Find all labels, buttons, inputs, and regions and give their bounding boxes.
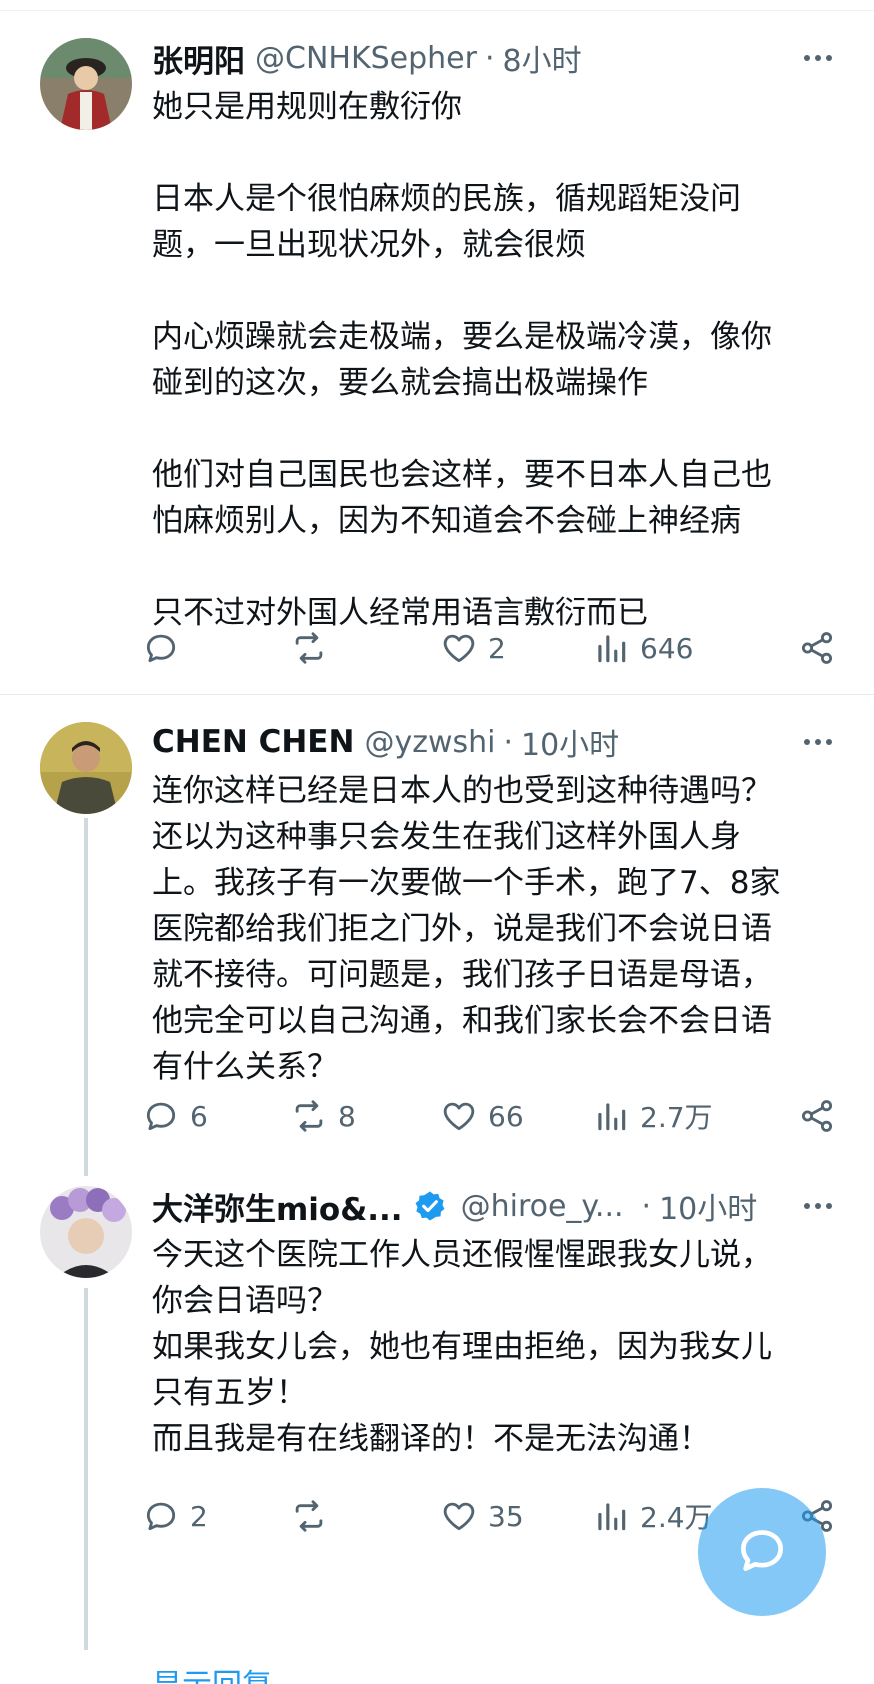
top-divider [0, 10, 874, 11]
post-text: 连你这样已经是日本人的也受到这种待遇吗？ 还以为这种事只会发生在我们这样外国人身… [152, 773, 781, 1085]
avatar[interactable] [40, 722, 132, 814]
separator-dot: · [641, 1188, 652, 1224]
like-icon [440, 1497, 478, 1535]
reply-button[interactable]: 6 [142, 1092, 208, 1140]
more-icon[interactable] [798, 1186, 838, 1226]
post-header: 大洋弥生mio&... @hiroe_y... · 10小时 [152, 1184, 757, 1229]
like-button[interactable]: 66 [440, 1092, 524, 1140]
author-handle[interactable]: @hiroe_y... [461, 1189, 624, 1224]
like-button[interactable]: 2 [440, 624, 506, 672]
avatar-image [40, 1186, 132, 1278]
repost-icon [290, 629, 328, 667]
thread-line [84, 1288, 88, 1650]
share-icon [798, 1097, 836, 1135]
like-button[interactable]: 35 [440, 1492, 524, 1540]
compose-button[interactable] [698, 1488, 826, 1616]
compose-icon [734, 1522, 790, 1582]
reply-button[interactable]: 2 [142, 1492, 208, 1540]
separator-dot: · [503, 724, 513, 760]
like-icon [440, 1097, 478, 1135]
repost-count: 8 [338, 1099, 356, 1133]
show-replies-link[interactable]: 显示回复 [152, 1668, 272, 1684]
views-count: 2.7万 [640, 1101, 713, 1134]
like-count: 35 [488, 1499, 524, 1533]
views-button[interactable]: 2.4万 [592, 1492, 713, 1540]
views-icon [592, 629, 630, 667]
reply-icon [142, 1097, 180, 1135]
reply-button[interactable] [142, 624, 190, 672]
repost-icon [290, 1097, 328, 1135]
share-button[interactable] [798, 1092, 836, 1140]
share-button[interactable] [798, 624, 836, 672]
like-count: 2 [488, 631, 506, 665]
verified-icon [413, 1189, 447, 1223]
author-handle[interactable]: @yzwshi [364, 725, 495, 760]
reply-count: 2 [190, 1499, 208, 1533]
author-name[interactable]: CHEN CHEN [152, 724, 354, 760]
views-count: 646 [640, 631, 694, 665]
thread-line [84, 818, 88, 1176]
avatar-image [40, 38, 132, 130]
avatar[interactable] [40, 1186, 132, 1278]
repost-button[interactable] [290, 1492, 338, 1540]
views-button[interactable]: 646 [592, 624, 693, 672]
post-text: 今天这个医院工作人员还假惺惺跟我女儿说， 你会日语吗？ 如果我女儿会，她也有理由… [152, 1237, 772, 1457]
post-header: CHEN CHEN @yzwshi · 10小时 [152, 720, 619, 764]
post-header: 张明阳 @CNHKSepher · 8小时 [152, 36, 582, 81]
more-icon[interactable] [798, 38, 838, 78]
action-bar: 2 646 [146, 624, 842, 672]
repost-icon [290, 1497, 328, 1535]
post-divider [0, 694, 874, 695]
views-icon [592, 1497, 630, 1535]
like-icon [440, 629, 478, 667]
author-handle[interactable]: @CNHKSepher [255, 41, 477, 76]
repost-button[interactable] [290, 624, 338, 672]
reply-icon [142, 1497, 180, 1535]
post-time[interactable]: 10小时 [521, 720, 619, 764]
reply-icon [142, 629, 180, 667]
separator-dot: · [484, 40, 495, 76]
post-text: 她只是用规则在敷衍你 日本人是个很怕麻烦的民族，循规蹈矩没问 题，一旦出现状况外… [152, 89, 772, 631]
action-bar: 6 8 66 2.7万 [146, 1092, 842, 1140]
like-count: 66 [488, 1099, 524, 1133]
views-button[interactable]: 2.7万 [592, 1092, 713, 1140]
author-name[interactable]: 大洋弥生mio&... [152, 1184, 403, 1229]
author-name[interactable]: 张明阳 [152, 36, 245, 81]
post-time[interactable]: 8小时 [503, 36, 582, 80]
repost-button[interactable]: 8 [290, 1092, 356, 1140]
more-icon[interactable] [798, 722, 838, 762]
avatar-image [40, 722, 132, 814]
reply-count: 6 [190, 1099, 208, 1133]
avatar[interactable] [40, 38, 132, 130]
share-icon [798, 629, 836, 667]
post-time[interactable]: 10小时 [659, 1184, 757, 1228]
views-icon [592, 1097, 630, 1135]
